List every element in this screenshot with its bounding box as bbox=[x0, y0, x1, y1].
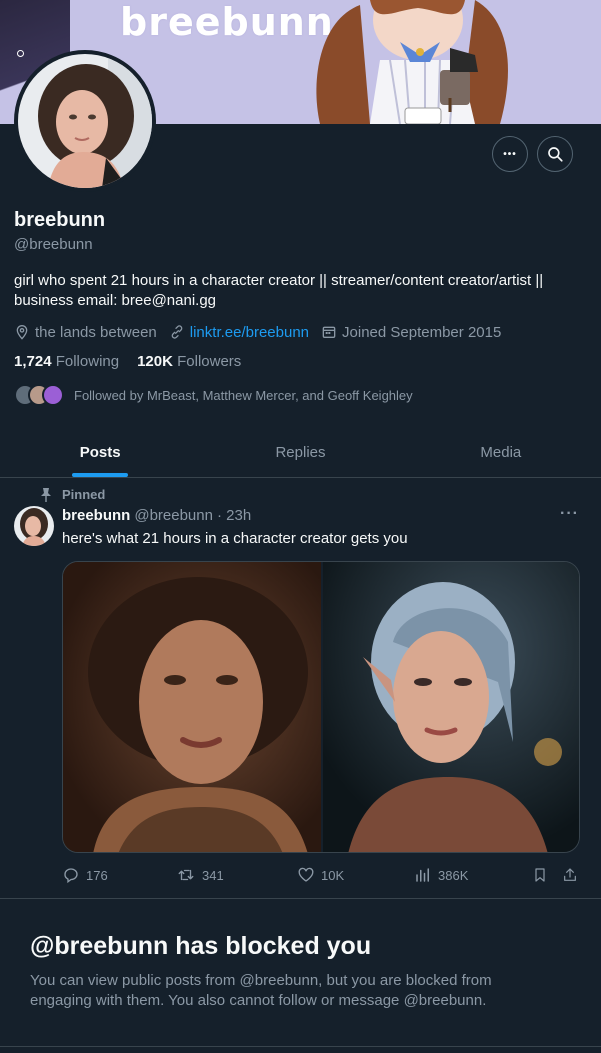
followed-by-text: Followed by MrBeast, Matthew Mercer, and… bbox=[74, 387, 413, 403]
banner-anime-illustration bbox=[316, 0, 508, 124]
followers-link[interactable]: 120K Followers bbox=[137, 353, 241, 370]
joined-text: Joined September 2015 bbox=[342, 323, 502, 341]
media-image-left[interactable] bbox=[63, 562, 321, 852]
section-divider bbox=[0, 898, 601, 899]
tweet-time[interactable]: · 23h bbox=[217, 507, 251, 524]
pin-icon bbox=[40, 487, 52, 502]
views-chart-icon bbox=[414, 866, 432, 884]
retweet-button[interactable]: 341 bbox=[176, 866, 224, 884]
tweet-more-icon[interactable]: ··· bbox=[560, 505, 579, 523]
media-image-right[interactable] bbox=[321, 562, 579, 852]
avatar-photo bbox=[18, 54, 152, 188]
heart-icon bbox=[297, 866, 315, 884]
bookmark-icon bbox=[532, 866, 548, 884]
profile-tabs: Posts Replies Media bbox=[0, 428, 601, 478]
reply-icon bbox=[62, 866, 80, 884]
following-label: Following bbox=[55, 353, 120, 370]
profile-joined: Joined September 2015 bbox=[321, 324, 501, 341]
tab-posts[interactable]: Posts bbox=[0, 428, 200, 477]
follow-counts: 1,724 Following 120K Followers bbox=[14, 353, 259, 370]
profile-avatar[interactable] bbox=[14, 50, 156, 192]
views-count: 386K bbox=[438, 867, 469, 883]
location-pin-icon bbox=[14, 324, 30, 340]
bottom-divider bbox=[0, 1046, 601, 1047]
like-count: 10K bbox=[321, 867, 345, 883]
profile-location: the lands between bbox=[14, 324, 157, 341]
follower-avatar bbox=[42, 384, 64, 406]
tweet-author-handle[interactable]: @breebunn bbox=[134, 507, 213, 524]
tab-media[interactable]: Media bbox=[401, 428, 601, 477]
followed-by[interactable]: Followed by MrBeast, Matthew Mercer, and… bbox=[14, 384, 413, 406]
views-button[interactable]: 386K bbox=[414, 866, 468, 884]
link-icon bbox=[169, 324, 185, 340]
blocked-title: @breebunn has blocked you bbox=[30, 932, 372, 960]
tweet-author-name[interactable]: breebunn bbox=[62, 507, 130, 524]
search-button[interactable] bbox=[537, 136, 573, 172]
tab-replies[interactable]: Replies bbox=[200, 428, 400, 477]
blocked-message: You can view public posts from @breebunn… bbox=[30, 972, 492, 1009]
reply-button[interactable]: 176 bbox=[62, 866, 108, 884]
calendar-icon bbox=[321, 324, 337, 340]
following-link[interactable]: 1,724 Following bbox=[14, 353, 119, 370]
link-text[interactable]: linktr.ee/breebunn bbox=[190, 324, 309, 341]
following-count: 1,724 bbox=[14, 353, 52, 370]
profile-link[interactable]: linktr.ee/breebunn bbox=[169, 324, 309, 341]
profile-bio: girl who spent 21 hours in a character c… bbox=[14, 272, 544, 309]
tweet-text: here's what 21 hours in a character crea… bbox=[62, 530, 408, 547]
retweet-count: 341 bbox=[202, 867, 224, 883]
tweet-media[interactable] bbox=[62, 561, 580, 853]
retweet-icon bbox=[176, 866, 196, 884]
tweet-author-avatar[interactable] bbox=[14, 506, 54, 546]
bookmark-button[interactable] bbox=[532, 866, 554, 884]
more-options-button[interactable]: ••• bbox=[492, 136, 528, 172]
reply-count: 176 bbox=[86, 867, 108, 883]
followers-label: Followers bbox=[177, 353, 242, 370]
profile-name: breebunn bbox=[14, 209, 106, 231]
location-text: the lands between bbox=[35, 323, 157, 341]
followed-by-avatars bbox=[14, 384, 72, 406]
pinned-label: Pinned bbox=[62, 487, 106, 502]
tweet-actions: 176 341 10K 386K bbox=[62, 866, 582, 886]
like-button[interactable]: 10K bbox=[297, 866, 344, 884]
share-button[interactable] bbox=[562, 866, 584, 884]
banner-dot bbox=[17, 50, 24, 57]
more-options-icon: ••• bbox=[503, 148, 517, 160]
tweet-header: breebunn @breebunn · 23h bbox=[62, 507, 251, 524]
profile-handle: @breebunn bbox=[14, 236, 93, 253]
pinned-indicator: Pinned bbox=[40, 487, 105, 502]
share-icon bbox=[562, 866, 578, 884]
search-icon bbox=[548, 147, 563, 162]
profile-meta: the lands between linktr.ee/breebunn Joi… bbox=[14, 322, 513, 342]
followers-count: 120K bbox=[137, 353, 173, 370]
